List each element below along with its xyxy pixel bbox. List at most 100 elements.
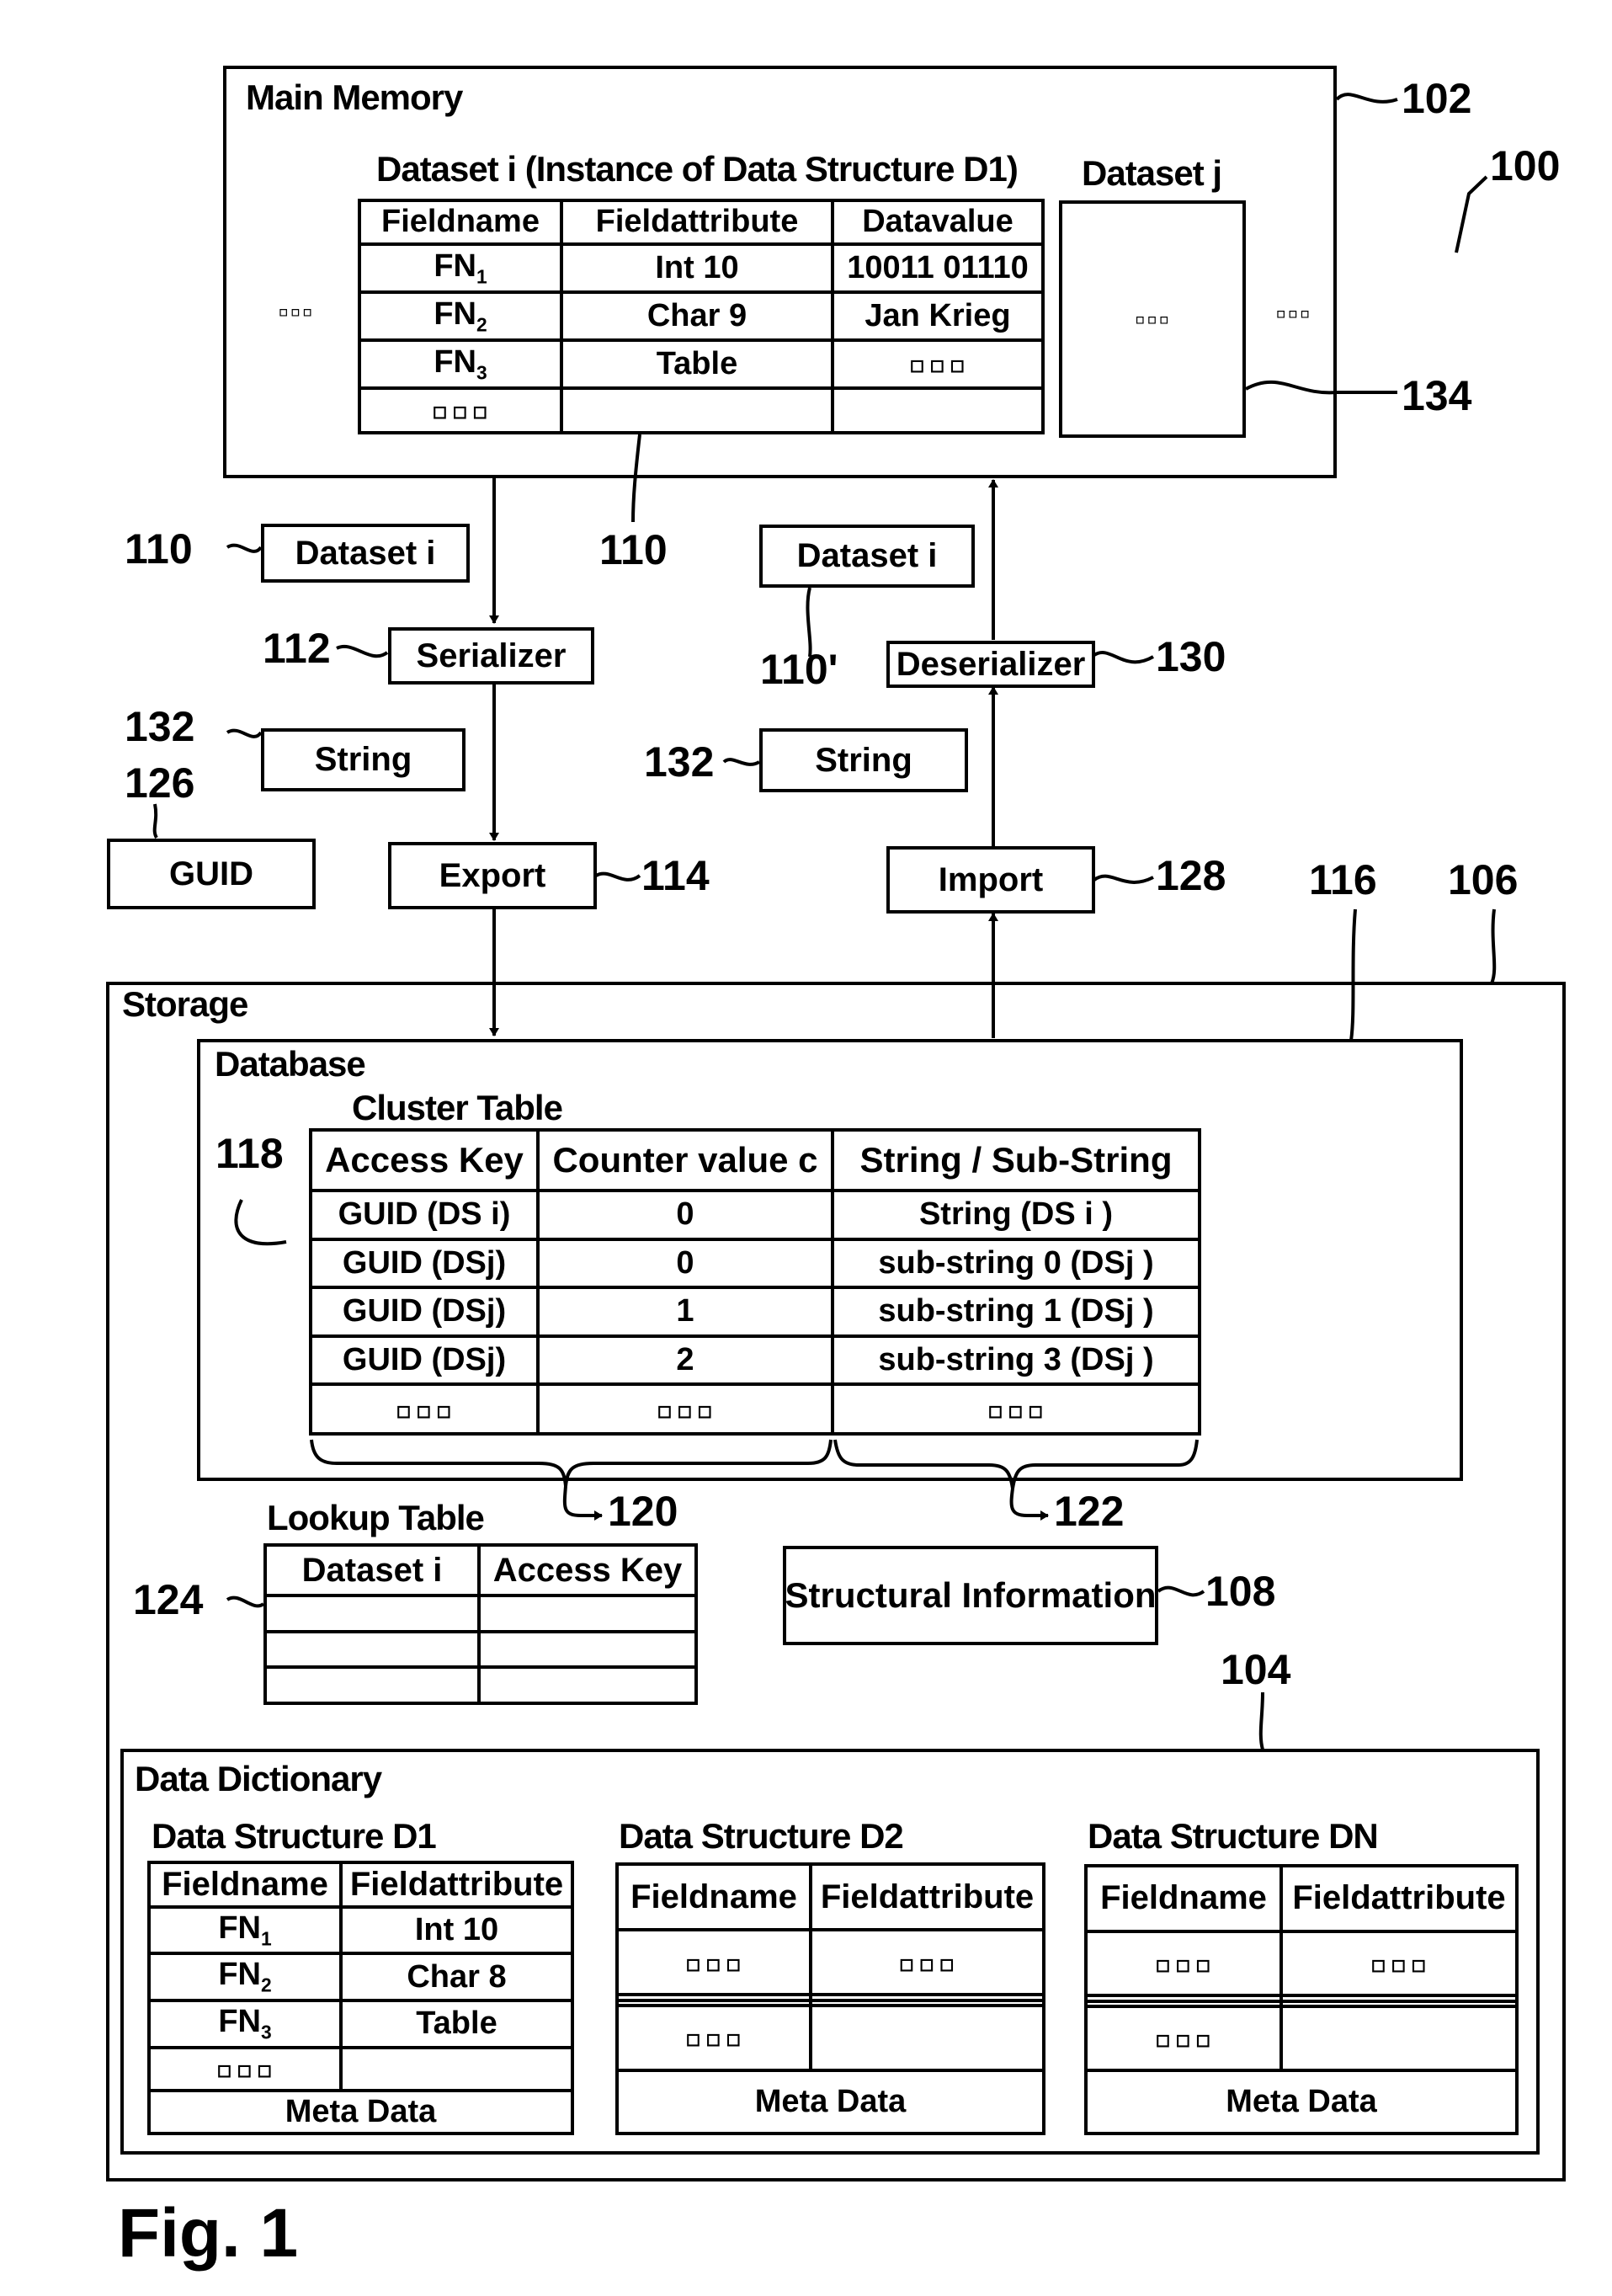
fieldattribute-cell: Int 10 <box>560 242 834 294</box>
meta-data-cell: Meta Data <box>1084 2069 1519 2135</box>
table-row: FN2 Char 9 Jan Krieg <box>358 290 1045 342</box>
fieldname-cell: FN3 <box>358 338 563 390</box>
string-import-box: String <box>759 728 968 792</box>
lookup-table: Dataset i Access Key <box>263 1543 698 1705</box>
fieldattribute-cell: Int 10 <box>339 1904 574 1956</box>
header-counter-value: Counter value c <box>536 1128 834 1192</box>
table-row: ▫▫▫ ▫▫▫ ▫▫▫ <box>309 1382 1201 1436</box>
header-fieldname: Fieldname <box>1084 1864 1283 1933</box>
ref-118: 118 <box>215 1130 284 1177</box>
cluster-table: Access Key Counter value c String / Sub-… <box>309 1128 1201 1436</box>
fieldname-cell: FN2 <box>358 290 563 342</box>
leader-126 <box>152 803 158 839</box>
counter-cell: 0 <box>536 1237 834 1290</box>
dataset-j-title: Dataset j <box>1082 153 1222 193</box>
figure-label: Fig. 1 <box>118 2195 299 2272</box>
meta-data-row: Meta Data <box>147 2089 574 2135</box>
ref-132-right: 132 <box>644 738 715 786</box>
access-key-cell <box>477 1594 698 1633</box>
leader-114 <box>594 871 641 882</box>
fieldname-cell: FN3 <box>147 1998 343 2049</box>
ref-116: 116 <box>1309 856 1377 903</box>
leader-110-left <box>226 543 263 553</box>
counter-cell: 0 <box>536 1189 834 1241</box>
ref-128: 128 <box>1156 852 1226 899</box>
dataset-i-title: Dataset i (Instance of Data Structure D1… <box>376 149 1019 189</box>
string-cell: sub-string 0 (DSj ) <box>831 1237 1201 1290</box>
dataset-j-box: ▫▫▫ <box>1059 200 1246 438</box>
import-box: Import <box>886 846 1095 914</box>
serializer-box: Serializer <box>388 627 594 685</box>
access-key-cell: GUID (DSj) <box>309 1237 540 1290</box>
table-row <box>263 1594 698 1633</box>
dataset-cell <box>263 1594 481 1633</box>
header-datavalue: Datavalue <box>831 199 1045 246</box>
table-row: ▫▫▫ ▫▫▫ <box>615 1928 1045 1997</box>
header-fieldname: Fieldname <box>358 199 563 246</box>
ref-106: 106 <box>1448 856 1519 903</box>
ref-110-left: 110 <box>125 525 193 573</box>
fieldname-cell: ▫▫▫ <box>1084 1929 1283 1998</box>
access-key-cell <box>477 1629 698 1670</box>
counter-cell: 1 <box>536 1286 834 1338</box>
database-title: Database <box>215 1044 366 1084</box>
export-box: Export <box>388 842 597 909</box>
data-dictionary-title: Data Dictionary <box>135 1759 382 1798</box>
fieldname-cell: ▫▫▫ <box>147 2045 343 2093</box>
ref-112: 112 <box>263 625 331 672</box>
header-fieldname: Fieldname <box>615 1862 812 1932</box>
meta-data-row: Meta Data <box>1084 2069 1519 2135</box>
dataset-i-import-box: Dataset i <box>759 525 975 588</box>
table-row <box>263 1629 698 1670</box>
data-structure-table: Fieldname Fieldattribute ▫▫▫ ▫▫▫ ▫▫▫ Meta … <box>1084 1864 1519 2135</box>
meta-data-row: Meta Data <box>615 2068 1045 2136</box>
data-structure-title: Data Structure D2 <box>619 1816 904 1856</box>
cluster-table-title: Cluster Table <box>352 1088 563 1127</box>
fieldname-cell: FN1 <box>147 1904 343 1956</box>
header-fieldname: Fieldname <box>147 1861 343 1909</box>
header-fieldattribute: Fieldattribute <box>560 199 834 246</box>
fieldattribute-cell: ▫▫▫ <box>1279 1929 1519 1998</box>
deserializer-box: Deserializer <box>886 641 1095 688</box>
access-key-cell: GUID (DS i) <box>309 1189 540 1241</box>
ellipsis-left: ▫▫▫ <box>278 301 314 322</box>
string-cell: String (DS i ) <box>831 1189 1201 1241</box>
header-access-key: Access Key <box>477 1543 698 1597</box>
dataset-cell <box>263 1665 481 1705</box>
ellipsis-right: ▫▫▫ <box>1275 303 1311 324</box>
fieldname-cell: ▫▫▫ <box>1084 2004 1283 2073</box>
ref-134: 134 <box>1402 372 1472 419</box>
string-cell: sub-string 1 (DSj ) <box>831 1286 1201 1338</box>
leader-112 <box>336 645 389 658</box>
meta-data-cell: Meta Data <box>147 2089 574 2135</box>
fieldattribute-cell <box>1279 2004 1519 2073</box>
leader-128 <box>1093 874 1154 884</box>
lookup-table-title: Lookup Table <box>267 1498 485 1537</box>
access-key-cell <box>477 1665 698 1705</box>
table-header-row: Dataset i Access Key <box>263 1543 698 1597</box>
string-cell: ▫▫▫ <box>831 1382 1201 1436</box>
storage-title: Storage <box>122 984 248 1024</box>
table-header-row: Access Key Counter value c String / Sub-… <box>309 1128 1201 1192</box>
fieldattribute-cell: Table <box>339 1998 574 2049</box>
string-export-box: String <box>261 728 466 791</box>
table-row: ▫▫▫ <box>358 386 1045 435</box>
ref-108: 108 <box>1205 1568 1276 1615</box>
access-key-cell: GUID (DSj) <box>309 1334 540 1387</box>
data-structure-table: Fieldname Fieldattribute FN1 Int 10 FN2 Cha… <box>147 1861 574 2135</box>
data-structure-title: Data Structure D1 <box>152 1816 437 1856</box>
fieldattribute-cell: Char 8 <box>339 1952 574 2002</box>
fieldname-cell: ▫▫▫ <box>615 1928 812 1997</box>
ref-100: 100 <box>1490 142 1561 189</box>
table-row: ▫▫▫ ▫▫▫ <box>1084 1929 1519 1998</box>
header-string: String / Sub-String <box>831 1128 1201 1192</box>
ref-122: 122 <box>1054 1488 1125 1535</box>
leader-132-left <box>226 728 263 738</box>
leader-132-right <box>722 758 761 766</box>
fieldname-cell: FN2 <box>147 1952 343 2002</box>
table-row: FN1 Int 10 <box>147 1904 574 1956</box>
leader-102 <box>1335 93 1398 104</box>
fieldattribute-cell <box>560 386 834 435</box>
table-row: ▫▫▫ <box>615 2003 1045 2072</box>
fieldname-cell: ▫▫▫ <box>358 386 563 435</box>
